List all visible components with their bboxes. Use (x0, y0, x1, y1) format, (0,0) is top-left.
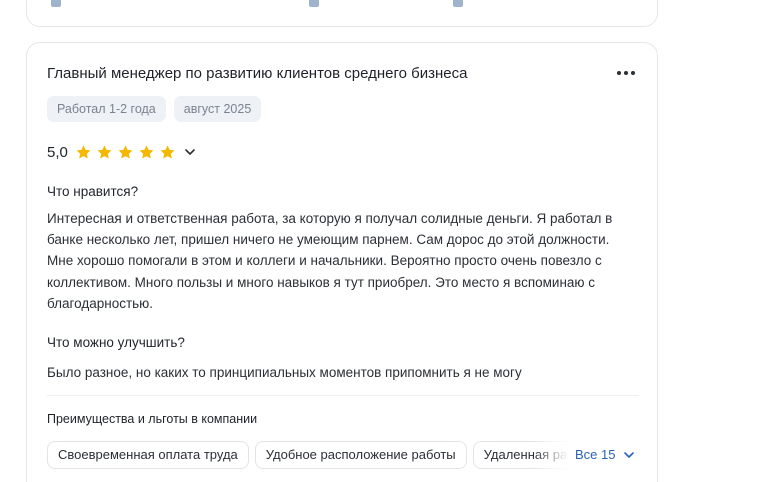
improve-text: Было разное, но каких то принципиальных … (47, 365, 522, 380)
star-icon (160, 144, 175, 159)
star-icon (118, 144, 133, 159)
all-benefits-button[interactable]: Все 15 (575, 447, 635, 462)
rating-stars (75, 144, 176, 161)
chevron-down-icon (624, 451, 635, 458)
likes-text: Интересная и ответственная работа, за ко… (47, 211, 613, 311)
more-dots-icon (617, 71, 621, 75)
benefits-chips: Своевременная оплата труда Удобное распол… (47, 441, 577, 471)
improve-heading: Что можно улучшить? (47, 335, 185, 350)
review-card: Главный менеджер по развитию клиентов ср… (26, 42, 658, 482)
review-title: Главный менеджер по развитию клиентов ср… (47, 65, 468, 82)
benefits-title: Преимущества и льготы в компании (47, 412, 258, 426)
all-benefits-label: Все 15 (575, 447, 616, 462)
rating-row: 5,0 (47, 141, 196, 163)
likes-heading: Что нравится? (47, 184, 139, 199)
rating-value: 5,0 (47, 143, 68, 161)
more-options-button[interactable] (613, 63, 639, 83)
chevron-down-icon[interactable] (184, 146, 196, 158)
tenure-tag: Работал 1-2 года (47, 96, 166, 122)
share-icon[interactable] (453, 0, 463, 7)
benefit-chip[interactable]: Своевременная оплата труда (47, 441, 249, 469)
star-icon (76, 144, 91, 159)
divider (47, 395, 639, 396)
previous-review-card (26, 0, 658, 27)
star-icon (97, 144, 112, 159)
chips-fade (533, 441, 577, 471)
star-icon (139, 144, 154, 159)
like-icon[interactable] (51, 0, 61, 7)
review-tags: Работал 1-2 года август 2025 (47, 96, 262, 122)
comment-icon[interactable] (309, 0, 319, 7)
benefit-chip[interactable]: Удобное расположение работы (254, 441, 467, 469)
date-tag: август 2025 (173, 96, 262, 122)
